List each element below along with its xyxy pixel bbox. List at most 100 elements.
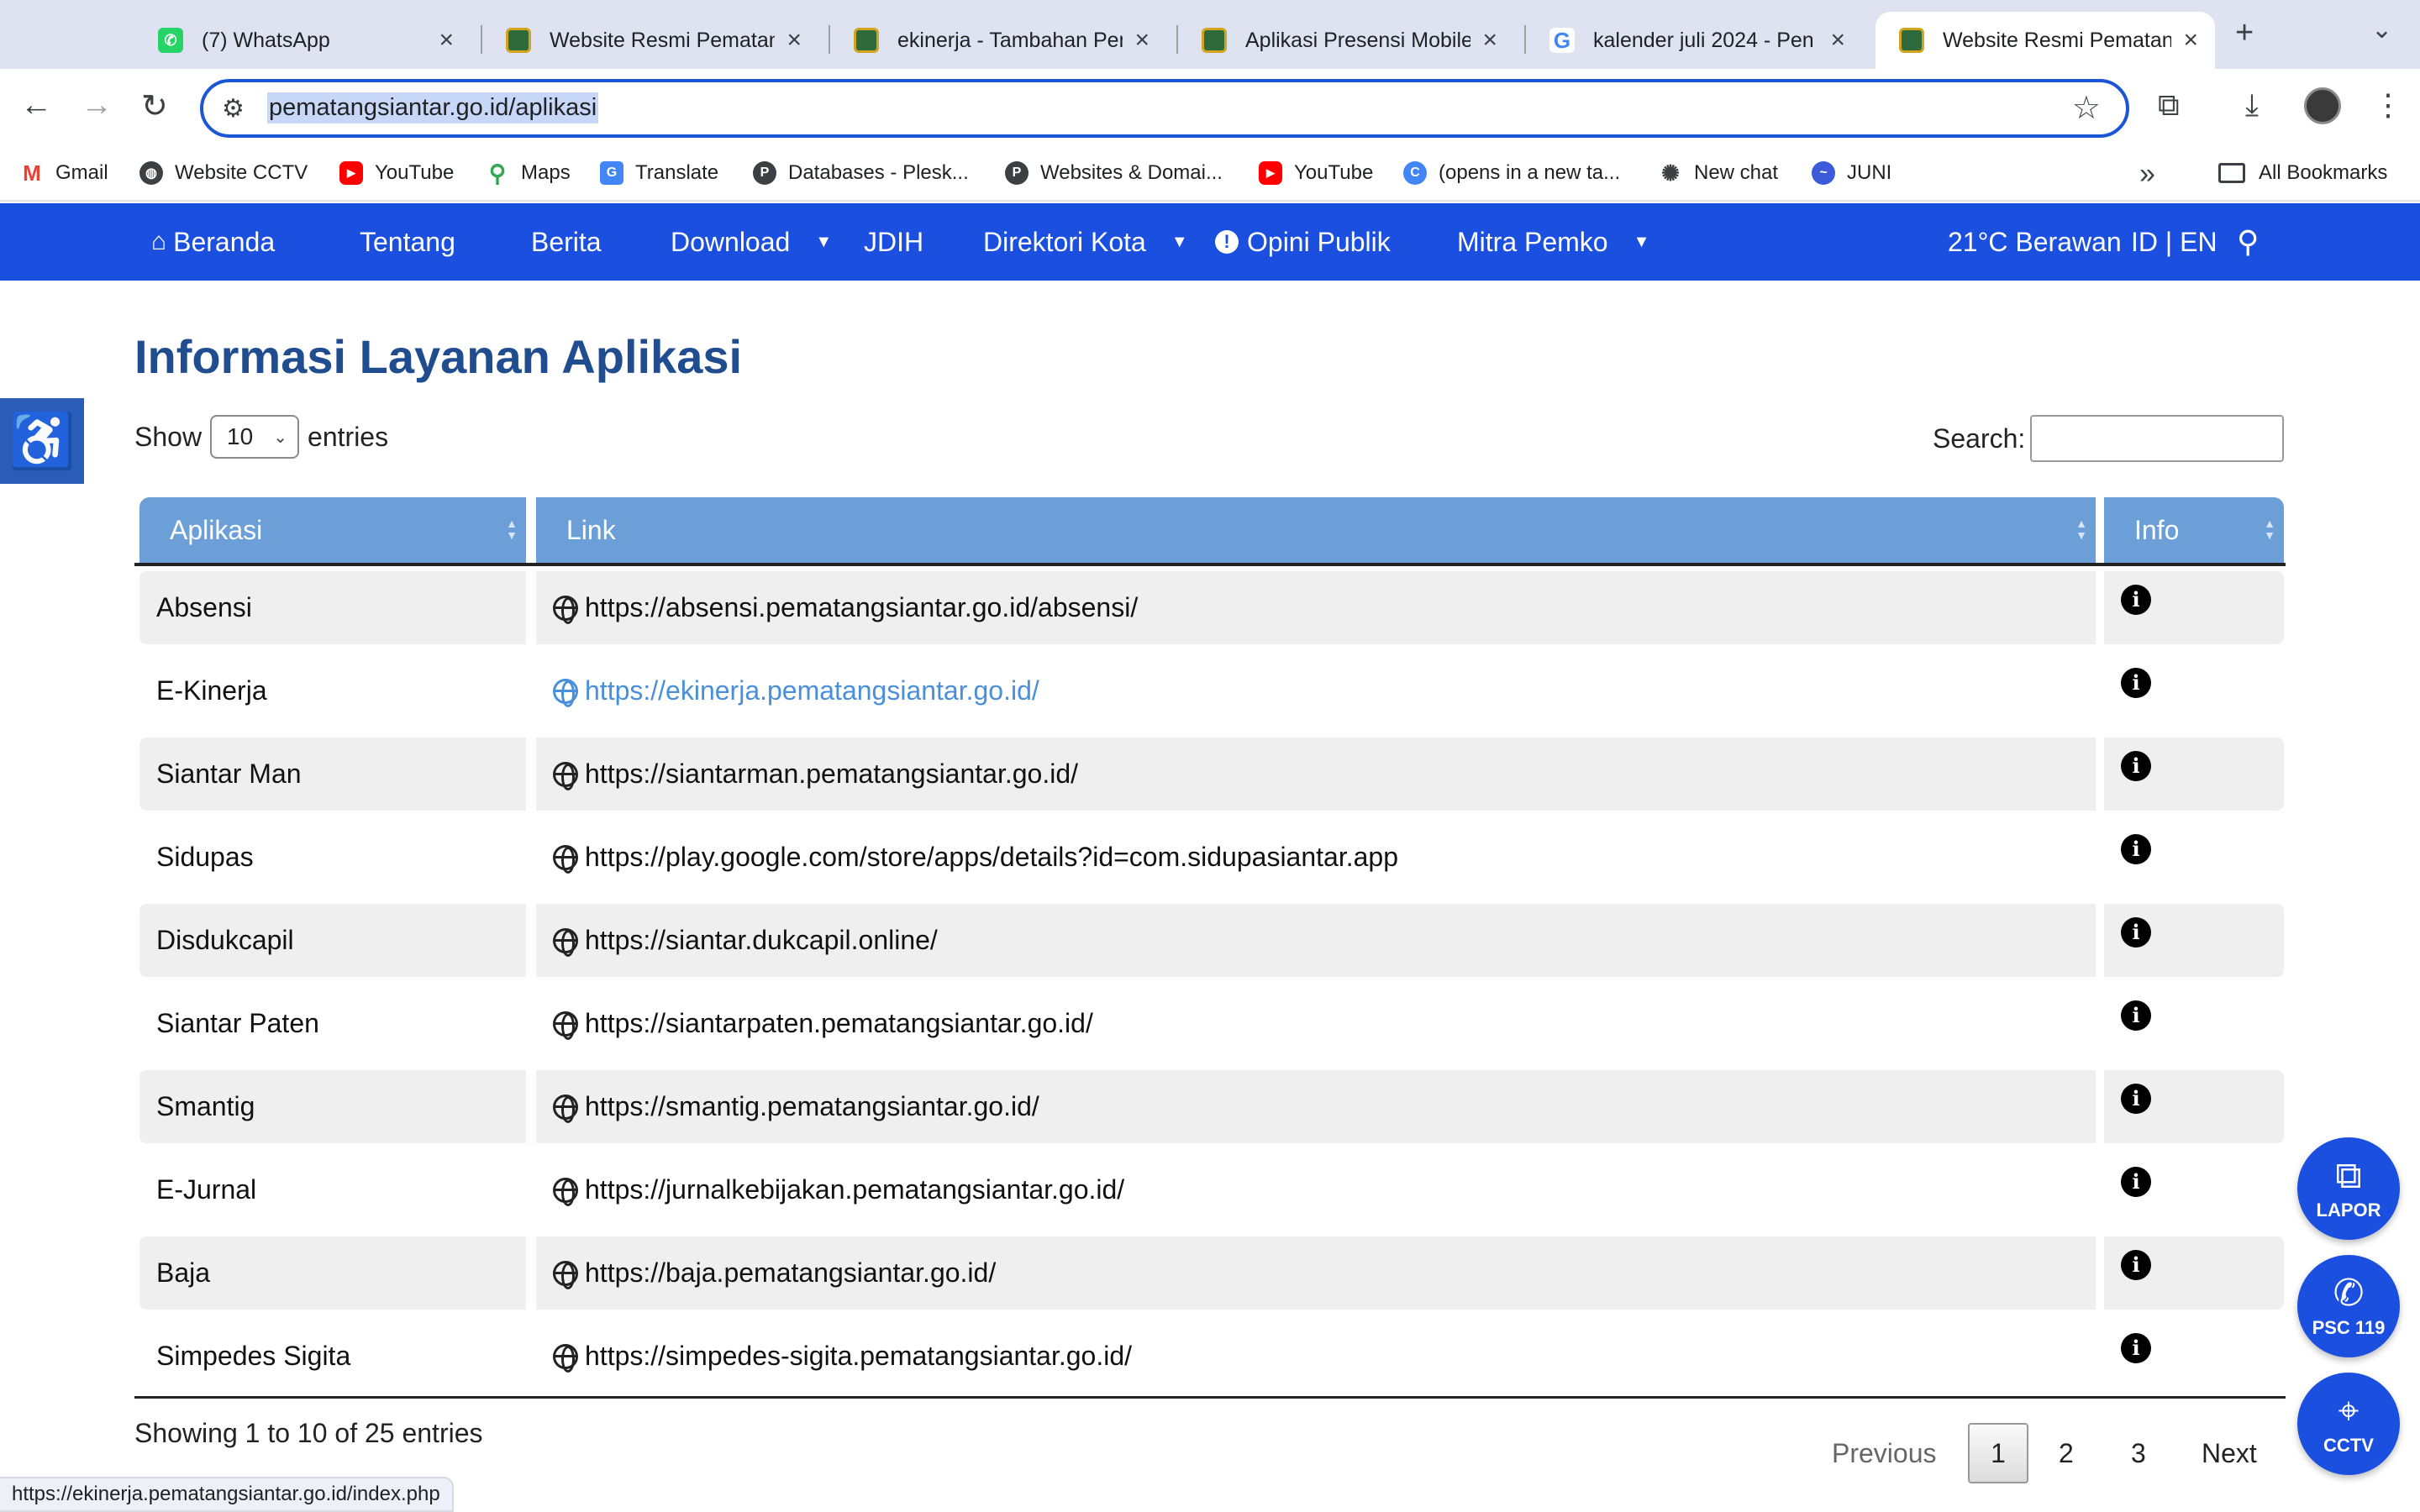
table-row: Siantar Paten https://siantarpaten.pemat… [134,982,2286,1065]
address-bar[interactable]: ⚙ pematangsiantar.go.id/aplikasi ☆ [200,79,2129,138]
column-header-aplikasi[interactable]: Aplikasi ▲ ▼ [139,497,526,563]
pagination-page-1[interactable]: 1 [1968,1423,2028,1483]
entries-value: 10 [227,423,254,449]
accessibility-icon[interactable]: ♿ [0,398,84,484]
close-icon[interactable]: × [439,26,454,55]
tab-title: Website Resmi Pematang [550,28,776,52]
info-icon[interactable]: i [2121,1332,2151,1363]
column-header-info[interactable]: Info ▲ ▼ [2104,497,2284,563]
info-icon[interactable]: i [2121,916,2151,948]
site-settings-icon[interactable]: ⚙ [222,94,245,123]
pagination-page-2[interactable]: 2 [2059,1423,2074,1483]
globe-icon [553,595,578,624]
bookmark-translate[interactable]: G Translate [600,161,718,185]
search-icon[interactable]: ⚲ [2237,203,2259,281]
globe-icon [553,1094,578,1123]
info-icon[interactable]: i [2121,750,2151,781]
app-link[interactable]: https://jurnalkebijakan.pematangsiantar.… [536,1153,2096,1226]
close-icon[interactable]: × [1134,26,1150,55]
lapor-button[interactable]: ⧉ LAPOR [2297,1137,2400,1240]
link-text: https://siantarman.pematangsiantar.go.id… [585,759,1079,789]
canva-icon: C [1403,161,1427,185]
bookmark-canva[interactable]: C (opens in a new ta... [1403,161,1620,185]
browser-tab-bar: ✆ (7) WhatsApp × Website Resmi Pematang … [0,0,2420,69]
nav-beranda[interactable]: ⌂ Beranda [151,203,275,281]
info-icon[interactable]: i [2121,1000,2151,1031]
bookmark-website-cctv[interactable]: ◍ Website CCTV [139,161,308,185]
nav-label: Direktori Kota [983,226,1146,257]
nav-berita[interactable]: Berita [531,203,602,281]
chevron-down-icon[interactable]: ⌄ [2371,15,2392,45]
app-link[interactable]: https://siantarpaten.pematangsiantar.go.… [536,987,2096,1060]
extensions-icon[interactable]: ⧉ [2158,87,2180,123]
column-label: Info [2134,514,2180,545]
pagination-previous[interactable]: Previous [1832,1423,1937,1483]
info-icon[interactable]: i [2121,1083,2151,1114]
download-icon[interactable]: ⤓ [2245,87,2259,123]
bookmark-youtube[interactable]: ▶ YouTube [339,161,454,185]
tab-website-resmi[interactable]: Website Resmi Pematang × [482,12,818,69]
entries-select[interactable]: 10 ⌄ [210,415,300,459]
app-link[interactable]: https://simpedes-sigita.pematangsiantar.… [536,1320,2096,1393]
app-link[interactable]: https://ekinerja.pematangsiantar.go.id/ [536,654,2096,727]
info-icon[interactable]: i [2121,1166,2151,1197]
back-icon[interactable]: ← [20,87,52,123]
nav-opini-publik[interactable]: ! Opini Publik [1215,203,1391,281]
app-link[interactable]: https://baja.pematangsiantar.go.id/ [536,1236,2096,1310]
column-header-link[interactable]: Link ▲ ▼ [536,497,2096,563]
new-tab-icon[interactable]: + [2235,15,2254,51]
nav-download[interactable]: Download ▼ [671,203,832,281]
app-link[interactable]: https://smantig.pematangsiantar.go.id/ [536,1070,2096,1143]
fab-label: LAPOR [2316,1200,2381,1221]
forward-icon[interactable]: → [81,87,113,123]
bookmark-youtube-2[interactable]: ▶ YouTube [1259,161,1373,185]
close-icon[interactable]: × [1830,26,1845,55]
all-bookmarks[interactable]: All Bookmarks [2218,161,2387,185]
bookmark-gmail[interactable]: M Gmail [20,160,108,186]
nav-mitra-pemko[interactable]: Mitra Pemko ▼ [1457,203,1649,281]
search-input[interactable] [2030,415,2285,462]
pagination-page-3[interactable]: 3 [2131,1423,2146,1483]
close-icon[interactable]: × [1482,26,1497,55]
app-name: Siantar Man [139,738,526,811]
reload-icon[interactable]: ↻ [141,87,168,125]
close-icon[interactable]: × [786,26,802,55]
info-icon[interactable]: i [2121,584,2151,615]
tab-title: Website Resmi Pematang [1943,28,2172,52]
tab-ekinerja[interactable]: ekinerja - Tambahan Pen × [830,12,1166,69]
bookmark-star-icon[interactable]: ☆ [2072,89,2101,127]
info-icon[interactable]: i [2121,1249,2151,1280]
cctv-button[interactable]: ⌖ CCTV [2297,1373,2400,1475]
chevron-double-right-icon[interactable]: » [2139,158,2155,191]
table-info: Showing 1 to 10 of 25 entries [134,1418,483,1448]
info-cell: i [2104,738,2284,811]
bookmark-juni[interactable]: ~ JUNI [1812,161,1891,185]
info-icon[interactable]: i [2121,833,2151,864]
address-url[interactable]: pematangsiantar.go.id/aplikasi [267,92,599,123]
info-icon[interactable]: i [2121,667,2151,698]
tab-aplikasi-presensi[interactable]: Aplikasi Presensi Mobile × [1178,12,1514,69]
app-link[interactable]: https://siantarman.pematangsiantar.go.id… [536,738,2096,811]
app-link[interactable]: https://siantar.dukcapil.online/ [536,904,2096,977]
app-link[interactable]: https://absensi.pematangsiantar.go.id/ab… [536,571,2096,644]
language-switch[interactable]: ID | EN [2131,203,2217,281]
table-row: Disdukcapil https://siantar.dukcapil.onl… [134,899,2286,982]
bookmarks-bar: M Gmail ◍ Website CCTV ▶ YouTube ⚲ Maps G Tra… [0,146,2420,202]
nav-direktori-kota[interactable]: Direktori Kota ▼ [983,203,1188,281]
avatar[interactable] [2304,87,2341,124]
nav-jdih[interactable]: JDIH [864,203,923,281]
close-icon[interactable]: × [2183,26,2198,55]
menu-kebab-icon[interactable]: ⋮ [2373,87,2403,123]
exclamation-circle-icon: ! [1215,230,1239,254]
tab-kalender[interactable]: G kalender juli 2024 - Pen × [1526,12,1862,69]
bookmark-plesk-websites[interactable]: P Websites & Domai... [1005,161,1223,185]
psc-119-button[interactable]: ✆ PSC 119 [2297,1255,2400,1357]
bookmark-new-chat[interactable]: ✺ New chat [1659,160,1778,186]
app-link[interactable]: https://play.google.com/store/apps/detai… [536,821,2096,894]
bookmark-maps[interactable]: ⚲ Maps [486,160,571,186]
bookmark-plesk-databases[interactable]: P Databases - Plesk... [753,161,969,185]
pagination-next[interactable]: Next [2202,1423,2257,1483]
tab-website-resmi-active[interactable]: Website Resmi Pematang × [1876,12,2215,69]
tab-whatsapp[interactable]: ✆ (7) WhatsApp × [134,12,471,69]
nav-tentang[interactable]: Tentang [360,203,455,281]
